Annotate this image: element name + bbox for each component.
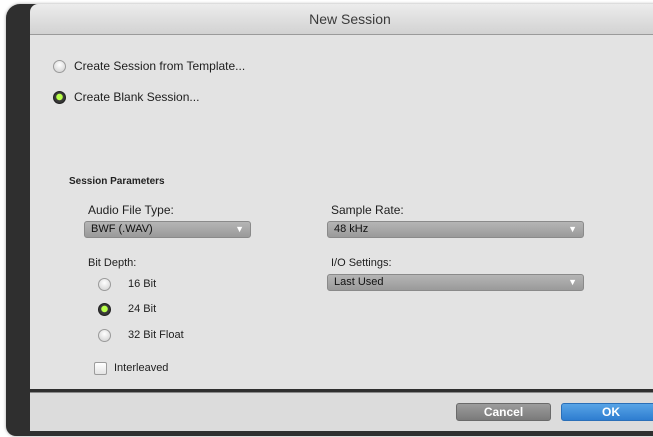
radio-24-bit[interactable] (98, 303, 111, 316)
ok-button[interactable]: OK (561, 403, 653, 421)
radio-create-from-template[interactable] (53, 60, 66, 73)
sample-rate-label: Sample Rate: (331, 203, 404, 217)
chevron-down-icon: ▼ (568, 277, 577, 287)
chevron-down-icon: ▼ (235, 224, 244, 234)
session-parameters-heading: Session Parameters (69, 176, 165, 187)
create-blank-session-label: Create Blank Session... (74, 90, 200, 104)
16-bit-label: 16 Bit (128, 278, 157, 290)
cancel-button[interactable]: Cancel (456, 403, 551, 421)
audio-file-type-value: BWF (.WAV) (91, 223, 153, 235)
audio-file-type-select[interactable]: BWF (.WAV) ▼ (84, 221, 251, 238)
dialog-content: Create Session from Template... Create B… (30, 35, 653, 389)
sample-rate-select[interactable]: 48 kHz ▼ (327, 221, 584, 238)
interleaved-label: Interleaved (114, 362, 169, 374)
create-from-template-label: Create Session from Template... (74, 59, 246, 73)
interleaved-checkbox[interactable] (94, 362, 107, 375)
32-bit-float-label: 32 Bit Float (128, 329, 184, 341)
24-bit-label: 24 Bit (128, 303, 157, 315)
bit-depth-label: Bit Depth: (88, 257, 137, 269)
title-bar: New Session (30, 4, 653, 35)
dialog-footer: Cancel OK (30, 392, 653, 431)
io-settings-select[interactable]: Last Used ▼ (327, 274, 584, 291)
radio-create-blank-session[interactable] (53, 91, 66, 104)
radio-16-bit[interactable] (98, 278, 111, 291)
audio-file-type-label: Audio File Type: (88, 203, 174, 217)
chevron-down-icon: ▼ (568, 224, 577, 234)
io-settings-label: I/O Settings: (331, 257, 392, 269)
window-title: New Session (309, 11, 391, 27)
sample-rate-value: 48 kHz (334, 223, 369, 235)
io-settings-value: Last Used (334, 276, 384, 288)
radio-32-bit-float[interactable] (98, 329, 111, 342)
